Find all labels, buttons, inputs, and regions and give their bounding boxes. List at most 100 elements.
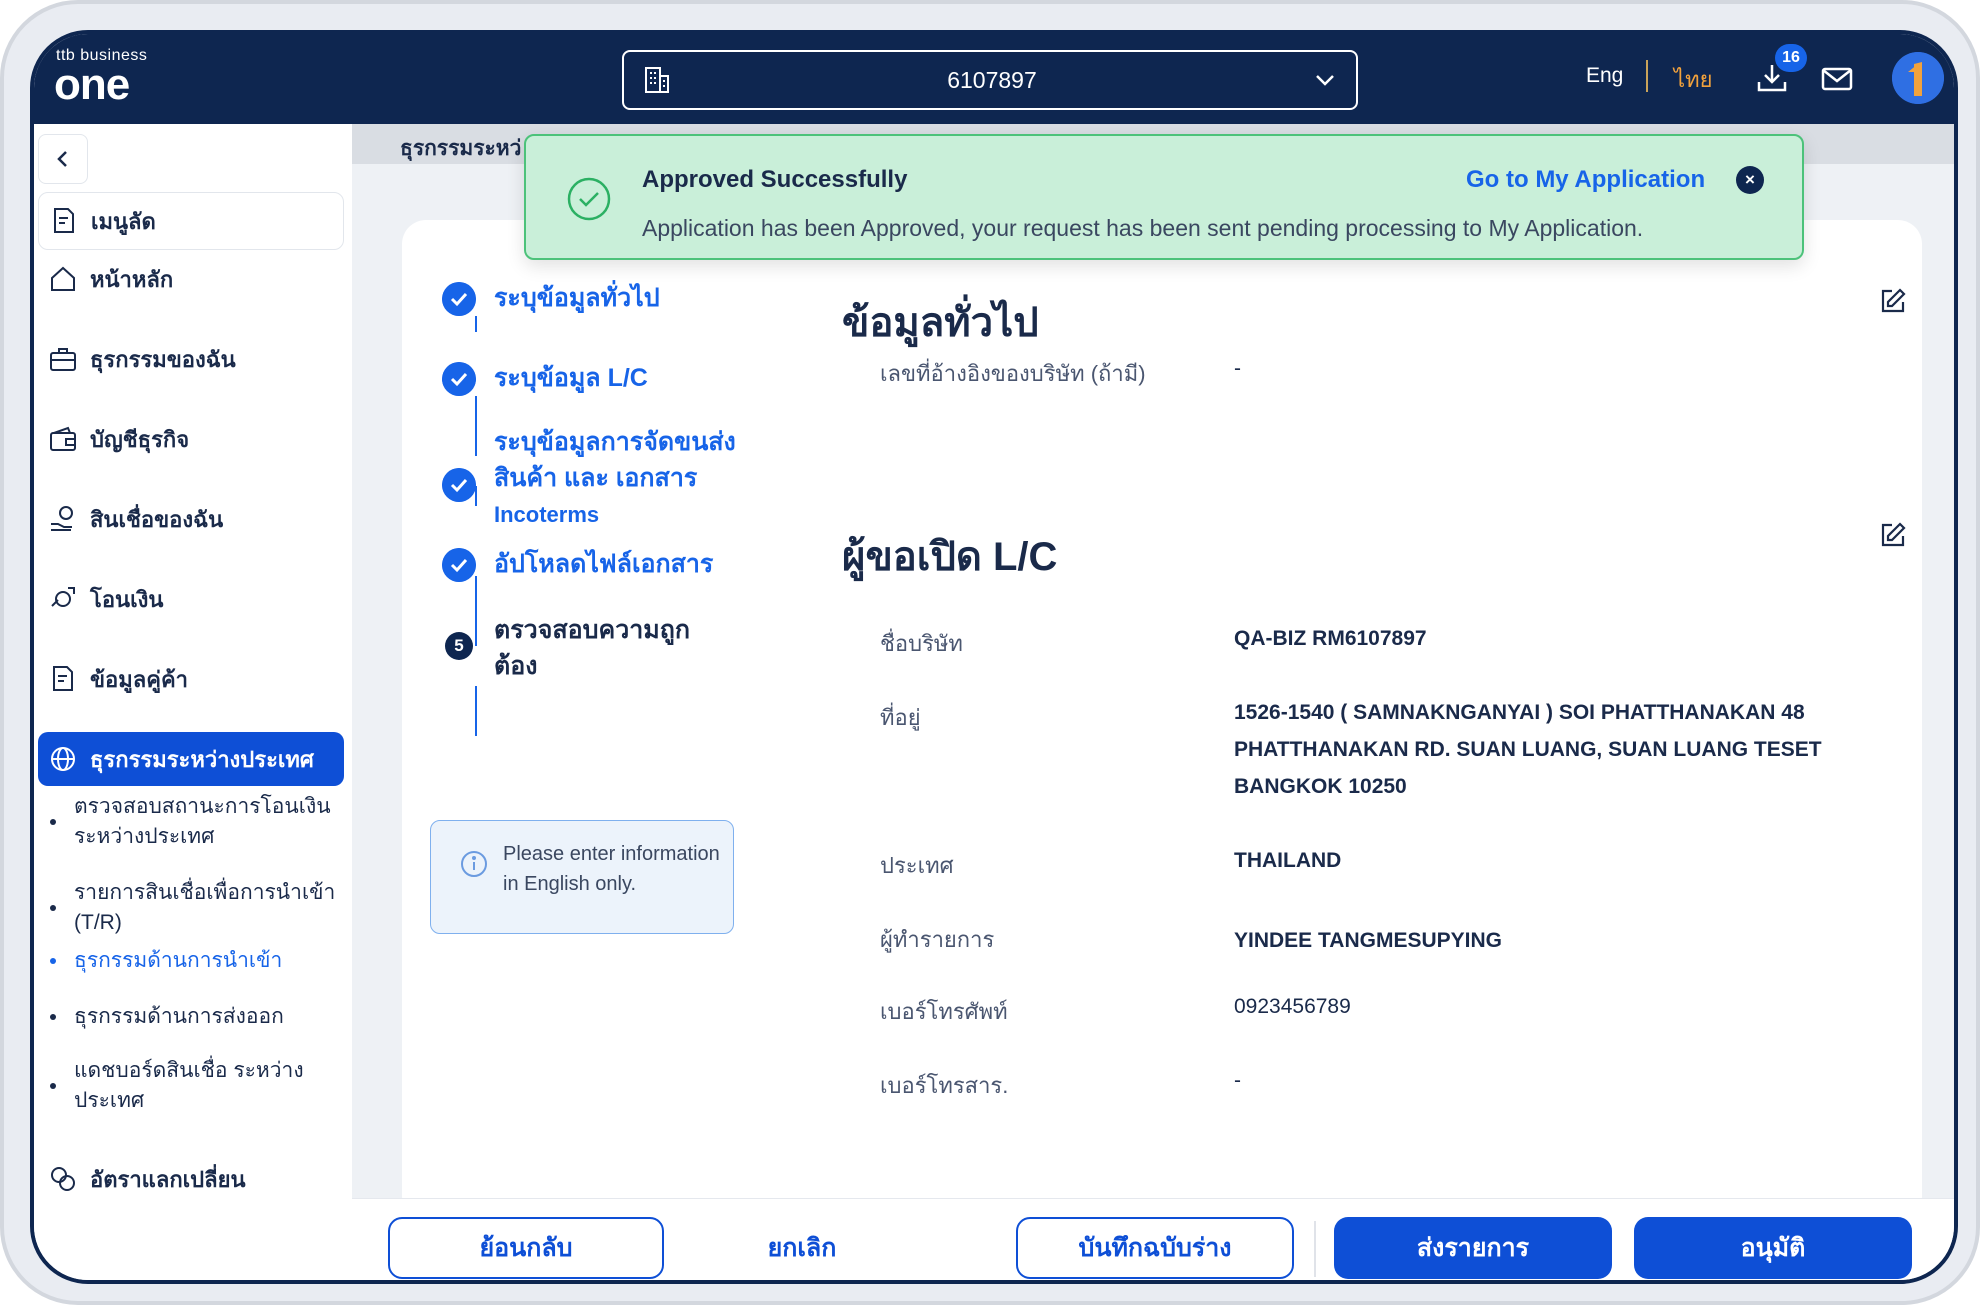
address-value: 1526-1540 ( SAMNAKNGANYAI ) SOI PHATTHAN… [1234, 701, 1822, 798]
fax-value: - [1234, 1069, 1241, 1092]
english-only-text: Please enter information in English only… [503, 843, 720, 895]
close-icon[interactable]: × [1736, 166, 1764, 194]
approved-toast: Approved Successfully Application has be… [524, 134, 1804, 260]
account-number: 6107897 [947, 66, 1037, 93]
sidebar-item-international[interactable]: ธุรกรรมระหว่างประเทศ [38, 732, 344, 786]
step-check-icon [442, 282, 476, 316]
sidebar-item-transfer[interactable]: โอนเงิน [38, 572, 344, 626]
step-connector [475, 396, 477, 456]
company-name-value: QA-BIZ RM6107897 [1234, 627, 1427, 650]
maker-value: YINDEE TANGMESUPYING [1234, 929, 1502, 952]
sidebar-subitem-export[interactable]: ธุรกรรมด้านการส่งออก [50, 1002, 340, 1032]
step-connector [475, 686, 477, 736]
chevron-down-icon [1316, 75, 1334, 86]
sidebar-subitem-label: ธุรกรรมด้านการนำเข้า [74, 949, 283, 972]
approve-button[interactable]: อนุมัติ [1634, 1217, 1912, 1279]
fax-label: เบอร์โทรสาร. [880, 1073, 1009, 1098]
sidebar-subitem-transfer-status[interactable]: ตรวจสอบสถานะการโอนเงินระหว่างประเทศ [50, 792, 340, 852]
company-ref-value: - [1234, 357, 1241, 380]
go-to-my-application-link[interactable]: Go to My Application [1466, 166, 1705, 194]
sidebar-subitem-loan-dashboard[interactable]: แดชบอร์ดสินเชื่อ ระหว่างประเทศ [50, 1056, 340, 1116]
breadcrumb-text[interactable]: ธุรกรรมระหว่ [400, 132, 521, 165]
language-english[interactable]: Eng [1586, 64, 1623, 88]
shortcut-menu-label: เมนูลัด [91, 208, 156, 234]
step-number: 5 [445, 632, 473, 660]
sidebar-item-label: โอนเงิน [90, 586, 164, 612]
info-icon [461, 851, 487, 877]
sidebar-item-home[interactable]: หน้าหลัก [38, 252, 344, 306]
check-circle-icon [567, 177, 611, 221]
globe-icon [51, 747, 75, 771]
phone-value: 0923456789 [1234, 995, 1351, 1018]
step-label-sub: Incoterms [494, 502, 600, 527]
back-button[interactable]: ย้อนกลับ [388, 1217, 664, 1279]
language-thai[interactable]: ไทย [1674, 62, 1712, 97]
avatar-mark-icon [1892, 52, 1944, 104]
sidebar-item-business-accounts[interactable]: บัญชีธุรกิจ [38, 412, 344, 466]
main-card: ระบุข้อมูลทั่วไป ระบุข้อมูล L/C ระบุข้อม… [402, 220, 1922, 1220]
toast-title: Approved Successfully [642, 166, 908, 193]
exchange-rate-icon [51, 1167, 75, 1191]
bullet [50, 1083, 56, 1089]
step-label: ระบุข้อมูลการจัดขนส่งสินค้า และ เอกสาร I… [494, 424, 754, 533]
step-connector [475, 576, 477, 646]
country-value: THAILAND [1234, 849, 1342, 872]
applicant-title: ผู้ขอเปิด L/C [842, 535, 1058, 579]
shortcut-menu-button[interactable]: เมนูลัด [38, 192, 344, 250]
home-icon [51, 266, 75, 291]
sidebar-item-label: ข้อมูลคู่ค้า [90, 666, 189, 692]
phone-label: เบอร์โทรศัพท์ [880, 999, 1008, 1024]
bullet [50, 819, 56, 825]
sidebar-subitem-label: รายการสินเชื่อเพื่อการนำเข้า (T/R) [74, 881, 336, 934]
account-selector[interactable]: 6107897 [622, 50, 1358, 110]
step-label: ระบุข้อมูลทั่วไป [494, 284, 660, 312]
step-check-icon [442, 362, 476, 396]
chevron-left-icon [57, 151, 67, 167]
sidebar-item-label: หน้าหลัก [90, 266, 174, 292]
english-only-note: Please enter information in English only… [430, 820, 734, 934]
language-divider [1646, 60, 1648, 92]
step-check-icon [442, 548, 476, 582]
device-frame: ttb business one 6107897 Eng ไทย 16 เมนู… [0, 0, 1980, 1305]
sidebar-item-partners[interactable]: ข้อมูลคู่ค้า [38, 652, 344, 706]
action-divider [1314, 1221, 1316, 1277]
partner-doc-icon [53, 666, 73, 691]
mail-icon[interactable] [1820, 64, 1854, 94]
sidebar-item-fx-rates[interactable]: อัตราแลกเปลี่ยน [38, 1152, 344, 1206]
company-ref-label: เลขที่อ้างอิงของบริษัท (ถ้ามี) [880, 361, 1146, 386]
sidebar-subitem-trust-receipt[interactable]: รายการสินเชื่อเพื่อการนำเข้า (T/R) [50, 878, 340, 938]
sidebar-item-my-loans[interactable]: สินเชื่อของฉัน [38, 492, 344, 546]
cancel-button[interactable]: ยกเลิก [664, 1217, 940, 1279]
top-bar: ttb business one 6107897 Eng ไทย 16 [34, 34, 1954, 124]
sidebar-collapse-button[interactable] [38, 134, 88, 184]
sidebar: เมนูลัด หน้าหลัก ธุรกรรมของฉัน บัญชีธุรก… [34, 124, 352, 1280]
sidebar-subitem-label: ตรวจสอบสถานะการโอนเงินระหว่างประเทศ [74, 795, 331, 848]
sidebar-subitem-label: แดชบอร์ดสินเชื่อ ระหว่างประเทศ [74, 1059, 304, 1112]
sidebar-item-label: อัตราแลกเปลี่ยน [90, 1166, 246, 1192]
logo-big-text: one [54, 60, 130, 109]
bullet [50, 905, 56, 911]
sidebar-item-label: ธุรกรรมของฉัน [90, 346, 236, 372]
step-label-main: ระบุข้อมูลการจัดขนส่งสินค้า และ เอกสาร [494, 428, 736, 492]
toast-message: Application has been Approved, your requ… [642, 215, 1644, 241]
submit-button[interactable]: ส่งรายการ [1334, 1217, 1612, 1279]
sidebar-subitem-label: ธุรกรรมด้านการส่งออก [74, 1005, 284, 1028]
bullet [50, 958, 56, 964]
edit-icon[interactable] [1878, 286, 1908, 316]
general-info-title: ข้อมูลทั่วไป [842, 301, 1039, 345]
avatar[interactable] [1892, 52, 1944, 104]
sidebar-item-label: บัญชีธุรกิจ [90, 426, 190, 452]
step-label: ระบุข้อมูล L/C [494, 364, 648, 392]
company-name-label: ชื่อบริษัท [880, 631, 963, 656]
edit-icon[interactable] [1878, 520, 1908, 550]
shortcut-doc-icon [54, 208, 74, 233]
step-label: ตรวจสอบความถูกต้อง [494, 616, 691, 680]
ttb-business-one-logo[interactable]: ttb business one [54, 47, 147, 107]
sidebar-subitem-import[interactable]: ธุรกรรมด้านการนำเข้า [50, 946, 340, 976]
building-icon [645, 67, 669, 93]
action-bar: ย้อนกลับ ยกเลิก บันทึกฉบับร่าง ส่งรายการ… [352, 1198, 1954, 1280]
sidebar-item-label: ธุรกรรมระหว่างประเทศ [90, 746, 314, 772]
save-draft-button[interactable]: บันทึกฉบับร่าง [1016, 1217, 1294, 1279]
country-label: ประเทศ [880, 853, 954, 878]
sidebar-item-my-transactions[interactable]: ธุรกรรมของฉัน [38, 332, 344, 386]
